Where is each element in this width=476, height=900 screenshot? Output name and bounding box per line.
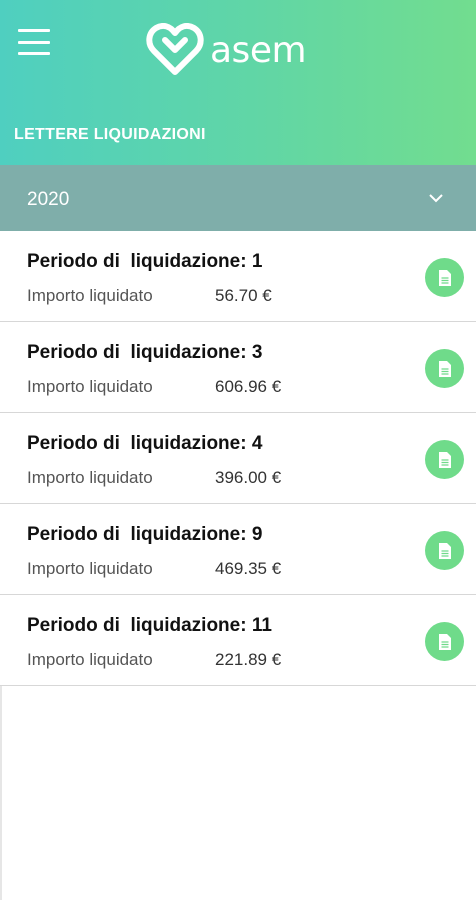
logo-text: asem — [210, 29, 307, 71]
document-button[interactable] — [425, 622, 464, 661]
item-title: Periodo di liquidazione: 1 — [27, 251, 263, 272]
document-icon — [438, 633, 451, 650]
document-icon — [438, 269, 451, 286]
item-amount: 56.70 € — [215, 286, 272, 305]
year-selector[interactable]: 2020 — [0, 165, 476, 231]
document-button[interactable] — [425, 349, 464, 388]
list-item[interactable]: Periodo di liquidazione: 1 Importo liqui… — [0, 231, 476, 322]
document-icon — [438, 360, 451, 377]
list-item[interactable]: Periodo di liquidazione: 11 Importo liqu… — [0, 595, 476, 686]
chevron-down-icon — [429, 194, 443, 203]
item-title: Periodo di liquidazione: 11 — [27, 615, 272, 636]
hamburger-menu-icon[interactable] — [18, 29, 50, 55]
document-button[interactable] — [425, 440, 464, 479]
document-button[interactable] — [425, 258, 464, 297]
item-amount-label: Importo liquidato — [27, 650, 153, 669]
item-amount-label: Importo liquidato — [27, 377, 153, 396]
item-title: Periodo di liquidazione: 9 — [27, 524, 263, 545]
item-amount: 469.35 € — [215, 559, 282, 578]
app-logo: asem — [146, 22, 307, 78]
list-item[interactable]: Periodo di liquidazione: 3 Importo liqui… — [0, 322, 476, 413]
item-title: Periodo di liquidazione: 3 — [27, 342, 263, 363]
document-button[interactable] — [425, 531, 464, 570]
item-amount: 606.96 € — [215, 377, 282, 396]
document-icon — [438, 451, 451, 468]
year-value: 2020 — [27, 189, 70, 210]
item-amount: 396.00 € — [215, 468, 282, 487]
list-item[interactable]: Periodo di liquidazione: 4 Importo liqui… — [0, 413, 476, 504]
app-header: asem LETTERE LIQUIDAZIONI — [0, 0, 476, 165]
liquidation-list: Periodo di liquidazione: 1 Importo liqui… — [0, 231, 476, 686]
item-amount: 221.89 € — [215, 650, 282, 669]
document-icon — [438, 542, 451, 559]
list-item[interactable]: Periodo di liquidazione: 9 Importo liqui… — [0, 504, 476, 595]
heart-logo-icon — [146, 23, 204, 75]
page-title: LETTERE LIQUIDAZIONI — [14, 126, 206, 143]
item-amount-label: Importo liquidato — [27, 559, 153, 578]
item-amount-label: Importo liquidato — [27, 468, 153, 487]
item-amount-label: Importo liquidato — [27, 286, 153, 305]
item-title: Periodo di liquidazione: 4 — [27, 433, 263, 454]
